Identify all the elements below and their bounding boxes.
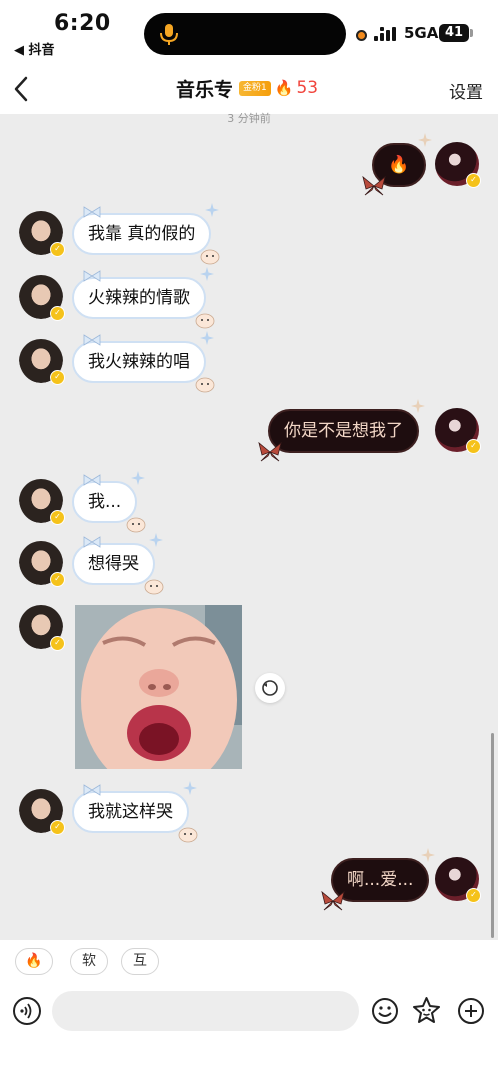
message-text: 想得哭 (88, 554, 139, 574)
network-type: 5GA (404, 24, 439, 42)
butterfly-decoration-icon (362, 175, 386, 196)
sparkle-icon (205, 203, 220, 217)
message-bubble-incoming[interactable]: 我... (72, 471, 146, 533)
verified-badge-icon: ✓ (50, 820, 65, 835)
contact-avatar[interactable]: ✓ (19, 605, 65, 651)
butterfly-decoration-icon (321, 890, 345, 911)
recording-indicator-icon (356, 30, 367, 41)
status-time: 6:20 (54, 11, 111, 36)
bow-decoration-icon (83, 474, 101, 486)
dynamic-island (144, 13, 346, 55)
fire-streak-count: 53 (296, 78, 319, 98)
sparkle-icon (183, 781, 197, 795)
status-bar: 6:20 ◀ 抖音 5GA 41 (0, 0, 498, 62)
chat-scrollbar[interactable] (491, 733, 494, 938)
message-bubble-incoming[interactable]: 想得哭 (72, 533, 164, 595)
bow-decoration-icon (83, 536, 101, 548)
verified-badge-icon: ✓ (466, 173, 481, 188)
cat-sticker-decoration-icon (195, 313, 215, 329)
contact-avatar[interactable]: ✓ (19, 789, 65, 835)
battery-cap-icon (470, 29, 473, 37)
sparkle-icon (418, 133, 432, 147)
verified-badge-icon: ✓ (50, 636, 65, 651)
cat-sticker-decoration-icon (178, 827, 198, 843)
verified-badge-icon: ✓ (466, 888, 481, 903)
my-avatar[interactable]: ✓ (435, 142, 481, 188)
fan-badge-label: 金粉1 (243, 82, 267, 93)
message-text: 我就这样哭 (88, 802, 173, 822)
message-bubble-outgoing[interactable]: 🔥 (362, 133, 432, 196)
message-timestamp: 3 分钟前 (227, 112, 271, 125)
message-text: 你是不是想我了 (284, 421, 403, 441)
quick-reply-chip[interactable]: 🔥 (15, 948, 53, 975)
message-bubble-outgoing[interactable]: 啊...爱... (321, 848, 436, 911)
butterfly-decoration-icon (258, 441, 282, 462)
bow-decoration-icon (83, 784, 101, 796)
chat-title: 音乐专 (176, 78, 234, 101)
microphone-icon (160, 24, 178, 45)
verified-badge-icon: ✓ (50, 572, 65, 587)
verified-badge-icon: ✓ (50, 306, 65, 321)
message-text: 我火辣辣的唱 (88, 352, 190, 372)
quick-reply-chip[interactable]: 软 (70, 948, 108, 975)
message-bubble-incoming[interactable]: 我火辣辣的唱 (72, 331, 215, 393)
sparkle-icon (411, 399, 425, 413)
message-text: 🔥 (388, 155, 410, 175)
message-text: 我... (88, 492, 122, 512)
contact-avatar[interactable]: ✓ (19, 541, 65, 587)
contact-avatar[interactable]: ✓ (19, 211, 65, 257)
message-text: 火辣辣的情歌 (88, 288, 190, 308)
contact-avatar[interactable]: ✓ (19, 275, 65, 321)
cat-sticker-decoration-icon (195, 377, 215, 393)
back-to-app-link[interactable]: ◀ 抖音 (14, 39, 55, 58)
voice-input-icon[interactable] (12, 996, 42, 1026)
sticker-icon[interactable] (412, 996, 441, 1025)
message-input[interactable] (52, 991, 359, 1031)
verified-badge-icon: ✓ (50, 242, 65, 257)
sparkle-icon (131, 471, 146, 485)
sparkle-icon (200, 331, 214, 345)
verified-badge-icon: ✓ (50, 370, 65, 385)
sparkle-icon (421, 848, 436, 862)
cat-sticker-decoration-icon (144, 579, 164, 595)
message-bubble-incoming[interactable]: 我靠 真的假的 (72, 203, 220, 265)
my-avatar[interactable]: ✓ (435, 408, 481, 454)
fire-streak-icon: 🔥 (274, 79, 294, 97)
message-text: 啊...爱... (347, 870, 414, 890)
more-plus-icon[interactable] (457, 997, 485, 1025)
contact-avatar[interactable]: ✓ (19, 339, 65, 385)
sparkle-icon (149, 533, 163, 547)
message-text: 我靠 真的假的 (88, 224, 196, 244)
contact-avatar[interactable]: ✓ (19, 479, 65, 525)
fan-level-badge: 金粉1 (239, 80, 271, 96)
crying-baby-photo[interactable] (75, 605, 242, 769)
reply-arrow-icon[interactable] (255, 673, 285, 703)
crying-baby-image (75, 605, 242, 769)
verified-badge-icon: ✓ (466, 439, 481, 454)
chat-header: 音乐专 金粉1 🔥 53 设置 (0, 62, 498, 114)
chat-title-group[interactable]: 音乐专 金粉1 🔥 53 (176, 75, 318, 101)
cat-sticker-decoration-icon (126, 517, 146, 533)
my-avatar[interactable]: ✓ (435, 857, 481, 903)
bow-decoration-icon (83, 270, 101, 282)
emoji-icon[interactable] (371, 997, 399, 1025)
cellular-signal-icon (374, 27, 396, 41)
verified-badge-icon: ✓ (50, 510, 65, 525)
bow-decoration-icon (83, 334, 101, 346)
message-bubble-outgoing[interactable]: 你是不是想我了 (258, 399, 425, 462)
quick-reply-chip[interactable]: 互 (121, 948, 159, 975)
bow-decoration-icon (83, 206, 101, 218)
back-arrow-icon[interactable] (10, 74, 34, 104)
cat-sticker-decoration-icon (201, 249, 220, 265)
battery-level: 41 (439, 24, 469, 42)
sparkle-icon (200, 267, 214, 281)
message-bubble-incoming[interactable]: 火辣辣的情歌 (72, 267, 215, 329)
message-bubble-incoming[interactable]: 我就这样哭 (72, 781, 198, 843)
settings-button[interactable]: 设置 (449, 78, 483, 103)
